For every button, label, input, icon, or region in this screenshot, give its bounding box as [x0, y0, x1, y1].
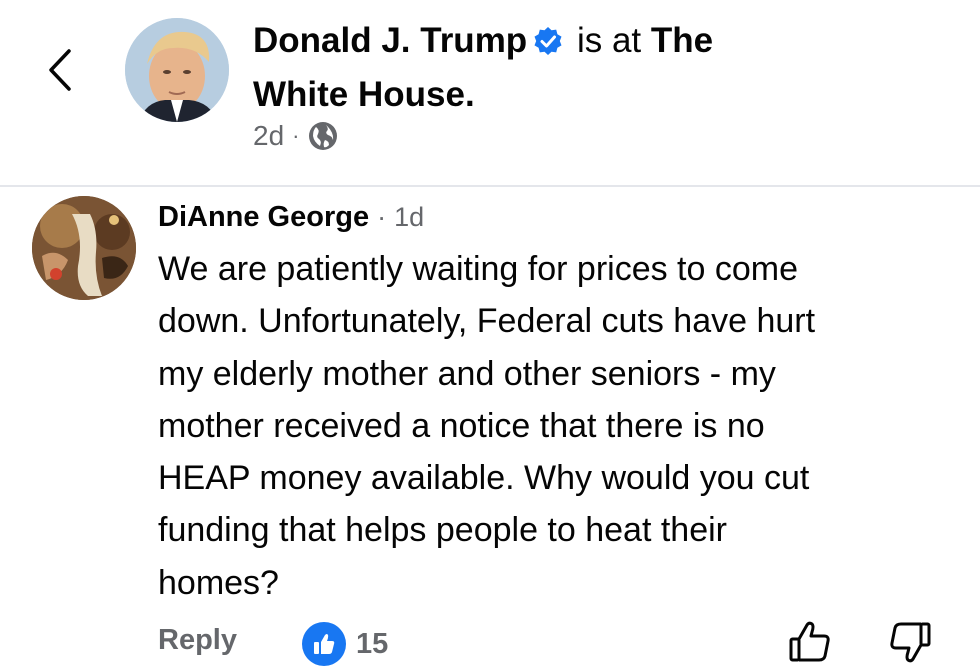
reply-button[interactable]: Reply [158, 624, 237, 657]
post-meta: 2d · [253, 120, 339, 152]
comment-separator: · [377, 202, 387, 232]
thumbs-down-icon [890, 622, 931, 663]
meta-separator: · [292, 123, 300, 148]
chevron-left-icon [49, 49, 71, 91]
comment-text: We are patiently waiting for prices to c… [158, 250, 816, 602]
back-button[interactable] [42, 44, 78, 96]
post-location-part2[interactable]: White House. [253, 75, 475, 114]
post-title: Donald J. Trump is at The White House. [253, 16, 813, 120]
like-button[interactable] [788, 620, 832, 669]
verified-badge-icon [533, 20, 563, 70]
comment-age: 1d [394, 202, 425, 232]
reaction-count: 15 [356, 627, 389, 660]
comment-header: DiAnne George · 1d [158, 198, 424, 236]
thumbs-up-icon [789, 621, 830, 662]
post-header: Donald J. Trump is at The White House. 2… [0, 0, 980, 186]
globe-icon [307, 120, 339, 152]
like-badge-icon [302, 622, 346, 666]
author-avatar-image [125, 18, 229, 122]
dislike-button[interactable] [888, 620, 932, 669]
post-author-name[interactable]: Donald J. Trump [253, 21, 527, 60]
reaction-summary[interactable]: 15 [302, 622, 388, 666]
commenter-avatar[interactable] [32, 196, 136, 300]
commenter-avatar-image [32, 196, 136, 300]
commenter-name[interactable]: DiAnne George [158, 198, 369, 236]
post-action-text: is at [576, 21, 642, 60]
divider [0, 185, 980, 187]
comment-thread-screen: Donald J. Trump is at The White House. 2… [0, 0, 980, 672]
author-avatar[interactable] [125, 18, 229, 122]
post-age[interactable]: 2d [253, 120, 284, 152]
post-location-part1[interactable]: The [651, 21, 713, 60]
